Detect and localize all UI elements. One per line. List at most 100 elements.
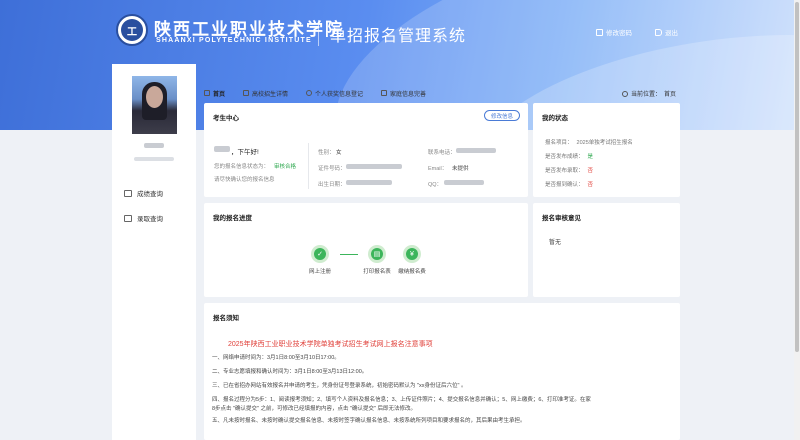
tab-label: 首页 <box>213 91 226 98</box>
location-icon <box>622 90 628 97</box>
card-title: 我的状态 <box>542 115 568 122</box>
chart-icon <box>124 189 132 197</box>
status-value: 2025单独考试招生报名 <box>576 140 633 146</box>
tab-label: 高校招生详情 <box>252 91 289 98</box>
card-title: 报名审核意见 <box>542 215 581 222</box>
progress-card: 我的报名进度 ✓ 网上注册 ▤ 打印报名表 ¥ 缴纳报名费 <box>204 203 528 297</box>
status-tip-prefix: 您的报名信息状态为： <box>214 164 270 170</box>
profile-sidebar: 成绩查询 录取查询 <box>112 64 196 440</box>
edit-info-button[interactable]: 修改信息 <box>484 110 520 121</box>
gender-value: 女 <box>336 150 342 156</box>
notice-line: 四、报名过程分为5步：1、阅读报考须知；2、填写个人资料及报名信息；3、上传证件… <box>212 397 591 403</box>
notice-line: 一、网络申请时间为：3月1日8:00至3月10日17:00。 <box>212 355 340 361</box>
qq-redacted <box>444 180 484 185</box>
step-label: 缴纳报名费 <box>398 269 426 275</box>
change-password-link[interactable]: 修改密码 <box>596 27 632 37</box>
candidate-center-card: 考生中心 修改信息 ，下午好! 您的报名信息状态为： 审核合格 请尽快确认您的报… <box>204 103 528 197</box>
logo-emblem-icon: 工 <box>121 19 143 41</box>
status-row-admission: 是否发布录取： 否 <box>545 166 593 174</box>
progress-step-print: ▤ 打印报名表 <box>357 245 397 275</box>
greeting-name-redacted <box>214 146 230 152</box>
person-icon <box>306 90 313 96</box>
status-value: 否 <box>587 182 594 188</box>
scrollbar-thumb[interactable] <box>795 2 799 352</box>
home-icon <box>204 90 210 96</box>
review-card: 报名审核意见 暂无 <box>533 203 680 297</box>
candidate-id-redacted <box>134 157 174 161</box>
edit-icon <box>596 28 603 36</box>
id-number-redacted <box>346 164 402 169</box>
logout-label: 退出 <box>665 30 678 37</box>
coin-icon: ¥ <box>406 248 418 260</box>
notice-line: 三、已在省招办网站有效报名并申请的考生，凭身份证号登录系统，初始密码默认为 "x… <box>212 383 467 389</box>
my-status-card: 我的状态 报名项目： 2025单独考试招生报名 是否发布成绩： 是 是否发布录取… <box>533 103 680 197</box>
sidebar-item-label: 成绩查询 <box>137 191 163 198</box>
column-divider <box>308 143 309 189</box>
printer-icon: ▤ <box>371 248 383 260</box>
status-label: 报名项目： <box>545 140 573 146</box>
status-value: 否 <box>587 168 594 174</box>
progress-step-pay: ¥ 缴纳报名费 <box>392 245 432 275</box>
page-scrollbar[interactable] <box>794 0 800 440</box>
status-label: 是否发布录取： <box>545 168 584 174</box>
status-row-project: 报名项目： 2025单独考试招生报名 <box>545 138 633 146</box>
step-circle: ¥ <box>403 245 421 263</box>
system-title: 单招报名管理系统 <box>330 28 467 45</box>
id-number-label: 证件号码： <box>318 166 346 172</box>
tab-admission-details[interactable]: 高校招生详情 <box>243 89 288 98</box>
card-title: 考生中心 <box>213 115 239 122</box>
progress-connector <box>340 254 358 255</box>
review-content: 暂无 <box>549 240 562 246</box>
logout-link[interactable]: 退出 <box>655 27 678 37</box>
sidebar-item-admission-query[interactable]: 录取查询 <box>124 213 163 223</box>
house-icon <box>381 90 388 96</box>
school-name-en: SHAANXI POLYTECHNIC INSTITUTE <box>156 37 312 44</box>
status-value: 是 <box>587 154 594 160</box>
sidebar-item-score-query[interactable]: 成绩查询 <box>124 188 163 198</box>
step-label: 网上注册 <box>308 269 331 275</box>
step-circle: ✓ <box>311 245 329 263</box>
tab-home[interactable]: 首页 <box>204 89 225 98</box>
phone-redacted <box>456 148 496 153</box>
breadcrumb-current[interactable]: 首页 <box>664 89 676 98</box>
birth-date-redacted <box>346 180 392 185</box>
user-search-icon <box>124 214 132 222</box>
gender-label: 性别： <box>318 150 335 156</box>
tab-label: 家庭信息完善 <box>390 91 427 98</box>
avatar-face <box>146 86 163 108</box>
email-value: 未提供 <box>452 166 469 172</box>
step-circle: ▤ <box>368 245 386 263</box>
status-label: 是否报到确认： <box>545 182 584 188</box>
tab-award-registration[interactable]: 个人获奖信息登记 <box>306 89 363 98</box>
status-tip-value: 审核合格 <box>274 164 297 170</box>
breadcrumb-label: 当前位置： <box>631 92 662 98</box>
status-label: 是否发布成绩： <box>545 154 584 160</box>
phone-label: 联系电话： <box>428 150 456 156</box>
status-tip-line2: 请尽快确认您的报名信息 <box>214 177 275 183</box>
notice-line: 五、凡未按时报名、未按时确认提交报名信息、未按时签字确认报名信息、未按系统所列项… <box>212 418 526 424</box>
sidebar-item-label: 录取查询 <box>137 216 163 223</box>
card-title: 我的报名进度 <box>213 215 252 222</box>
status-row-report: 是否报到确认： 否 <box>545 180 593 188</box>
tab-family-info[interactable]: 家庭信息完善 <box>381 89 426 98</box>
notice-headline: 2025年陕西工业职业技术学院单独考试招生考试网上报名注意事项 <box>228 341 433 348</box>
avatar <box>132 76 177 134</box>
greeting-text: ，下午好! <box>231 149 259 156</box>
notice-line: 8步点击 "确认提交" 之前，可修改已经填报的内容，点击 "确认提交" 后即无法… <box>212 406 416 412</box>
candidate-name-redacted <box>144 143 164 148</box>
check-icon: ✓ <box>314 248 326 260</box>
breadcrumb: 当前位置： 首页 <box>622 89 676 98</box>
status-row-score: 是否发布成绩： 是 <box>545 152 593 160</box>
nav-tabs: 首页 高校招生详情 个人获奖信息登记 家庭信息完善 <box>204 86 680 100</box>
logout-icon <box>655 28 662 36</box>
birth-date-label: 出生日期： <box>318 182 346 188</box>
school-logo: 工 <box>116 14 148 46</box>
email-label: Email： <box>428 166 448 172</box>
change-password-label: 修改密码 <box>606 30 632 37</box>
tab-label: 个人获奖信息登记 <box>315 91 364 98</box>
document-icon <box>243 90 250 96</box>
qq-label: QQ： <box>428 182 443 188</box>
card-title: 报名须知 <box>213 315 239 322</box>
header-divider <box>318 20 319 46</box>
notice-line: 二、专业志愿填报和确认时间为：3月1日8:00至3月13日12:00。 <box>212 369 368 375</box>
